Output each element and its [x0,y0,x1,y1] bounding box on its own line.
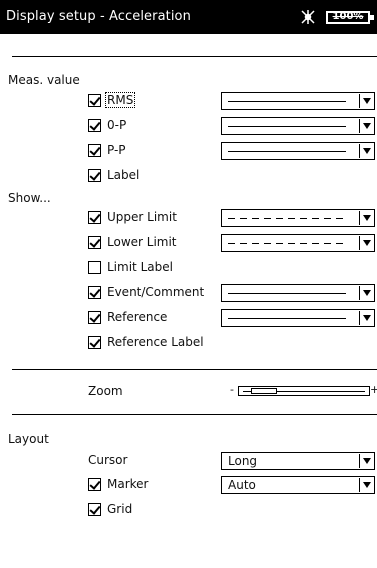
reference-label-checkbox[interactable] [88,336,101,349]
event-comment-line-style-dropdown[interactable] [221,284,375,302]
meas-row-label: Label [0,166,377,186]
cursor-label: Cursor [88,453,128,467]
show-row-limit-label: Limit Label [0,258,377,278]
marker-dropdown[interactable]: Auto [221,476,375,494]
zoom-plus: + [370,383,377,396]
pp-checkbox[interactable] [88,144,101,157]
label-label: Label [107,168,140,182]
reference-line-style-dropdown[interactable] [221,309,375,327]
rms-label: RMS [104,92,136,108]
layout-heading: Layout [8,432,49,446]
marker-value: Auto [228,478,256,492]
label-checkbox[interactable] [88,169,101,182]
battery-label: 100% [332,11,364,22]
chevron-down-icon[interactable] [359,94,373,108]
show-row-upper-limit: Upper Limit [0,208,377,228]
chevron-down-icon[interactable] [359,311,373,325]
cursor-dropdown[interactable]: Long [221,452,375,470]
meas-row-0p: 0-P [0,116,377,136]
show-row-reference: Reference [0,308,377,328]
zoom-slider-track[interactable] [238,386,370,396]
upper-limit-label: Upper Limit [107,210,177,224]
layout-row-grid: Grid [0,500,377,520]
signal-burst-icon [301,10,315,24]
limit-label-checkbox[interactable] [88,261,101,274]
chevron-down-icon[interactable] [359,119,373,133]
divider [12,56,377,57]
pp-line-style-dropdown[interactable] [221,142,375,160]
cursor-value: Long [228,454,258,468]
chevron-down-icon[interactable] [359,286,373,300]
upper-limit-checkbox[interactable] [88,211,101,224]
solid-line-sample [228,318,346,319]
reference-label-label: Reference Label [107,335,204,349]
marker-label: Marker [107,477,149,491]
grid-checkbox[interactable] [88,503,101,516]
solid-line-sample [228,126,346,127]
show-row-event-comment: Event/Comment [0,283,377,303]
battery-icon: 100% [326,11,374,24]
0p-label: 0-P [107,118,127,132]
divider [12,414,377,415]
title-bar: Display setup - Acceleration 100% [0,0,377,34]
meas-row-pp: P-P [0,141,377,161]
marker-checkbox[interactable] [88,478,101,491]
rms-checkbox[interactable] [88,94,101,107]
0p-checkbox[interactable] [88,119,101,132]
show-row-reference-label: Reference Label [0,333,377,353]
limit-label-label: Limit Label [107,260,173,274]
lower-limit-checkbox[interactable] [88,236,101,249]
reference-checkbox[interactable] [88,311,101,324]
upper-limit-line-style-dropdown[interactable] [221,209,375,227]
chevron-down-icon[interactable] [359,144,373,158]
event-comment-label: Event/Comment [107,285,205,299]
dashed-line-sample [228,218,346,219]
solid-line-sample [228,293,346,294]
dashed-line-sample [228,243,346,244]
zoom-label: Zoom [88,384,123,398]
layout-row-marker: Marker Auto [0,475,377,495]
chevron-down-icon[interactable] [359,211,373,225]
zoom-slider[interactable]: - + [230,383,377,398]
layout-row-cursor: Cursor Long [0,451,377,471]
chevron-down-icon[interactable] [359,236,373,250]
event-comment-checkbox[interactable] [88,286,101,299]
meas-value-heading: Meas. value [8,73,80,87]
reference-label: Reference [107,310,168,324]
solid-line-sample [228,101,346,102]
window-title: Display setup - Acceleration [6,9,191,24]
show-row-lower-limit: Lower Limit [0,233,377,253]
solid-line-sample [228,151,346,152]
pp-label: P-P [107,143,126,157]
grid-label: Grid [107,502,133,516]
show-heading: Show... [8,191,51,205]
chevron-down-icon[interactable] [359,454,373,468]
divider [12,369,377,370]
0p-line-style-dropdown[interactable] [221,117,375,135]
lower-limit-line-style-dropdown[interactable] [221,234,375,252]
zoom-slider-thumb[interactable] [251,388,277,394]
lower-limit-label: Lower Limit [107,235,177,249]
chevron-down-icon[interactable] [359,478,373,492]
meas-row-rms: RMS [0,91,377,111]
zoom-minus: - [230,383,234,396]
rms-line-style-dropdown[interactable] [221,92,375,110]
